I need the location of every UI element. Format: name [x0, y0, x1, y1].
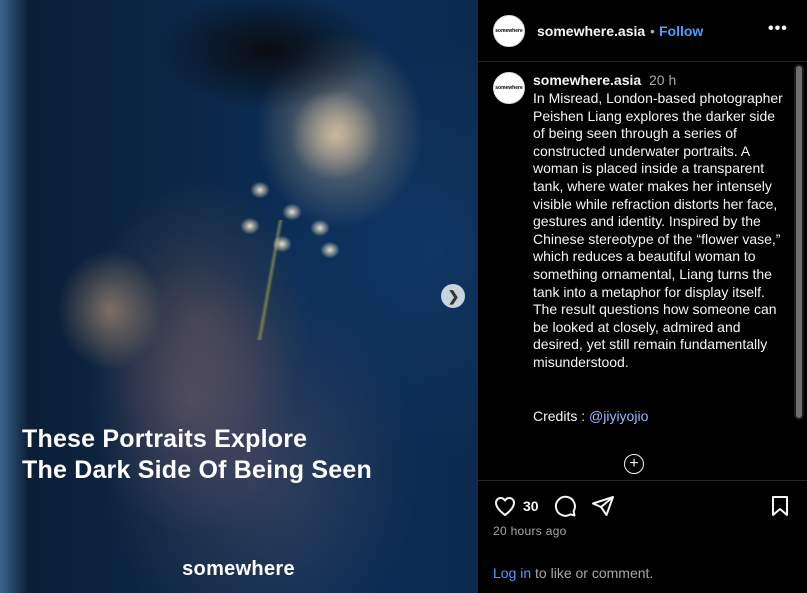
- caption-scrollbar[interactable]: [794, 64, 804, 420]
- caption-credits: Credits : @jiyiyojio: [533, 408, 648, 424]
- post-header: somewhere somewhere.asia • Follow •••: [478, 0, 807, 62]
- post-time-ago[interactable]: 20 hours ago: [493, 524, 567, 538]
- login-link[interactable]: Log in: [493, 565, 531, 581]
- header-username[interactable]: somewhere.asia: [537, 23, 645, 39]
- scrollbar-thumb[interactable]: [796, 66, 802, 418]
- comment-icon[interactable]: [553, 494, 577, 518]
- login-prompt: Log in to like or comment.: [493, 565, 653, 581]
- load-more-comments-button[interactable]: +: [624, 454, 644, 474]
- image-flowers: [230, 170, 360, 310]
- post-actions: 30 20 hours ago Log in to like or commen…: [478, 480, 807, 593]
- image-arm: [40, 230, 190, 390]
- credits-label: Credits :: [533, 408, 590, 424]
- login-prompt-text: to like or comment.: [531, 565, 654, 581]
- share-icon[interactable]: [591, 494, 615, 518]
- headline-line-2: The Dark Side Of Being Seen: [22, 456, 372, 484]
- credits-handle-link[interactable]: @jiyiyojio: [589, 408, 648, 424]
- caption-timestamp[interactable]: 20 h: [649, 72, 676, 88]
- post-image[interactable]: These Portraits Explore The Dark Side Of…: [0, 0, 477, 593]
- post-viewer: These Portraits Explore The Dark Side Of…: [0, 0, 807, 593]
- caption-username[interactable]: somewhere.asia: [533, 72, 641, 88]
- image-light-edge: [0, 0, 28, 593]
- header-separator: •: [650, 23, 655, 39]
- like-count[interactable]: 30: [523, 498, 539, 514]
- image-brand-mark: somewhere: [182, 558, 295, 580]
- bookmark-icon[interactable]: [768, 494, 792, 518]
- chevron-right-icon: ❯: [447, 288, 460, 304]
- headline-line-1: These Portraits Explore: [22, 425, 308, 453]
- more-options-icon[interactable]: •••: [768, 20, 788, 38]
- post-sidebar: somewhere somewhere.asia • Follow ••• so…: [477, 0, 807, 593]
- caption-text: In Misread, London-based photographer Pe…: [533, 90, 783, 370]
- post-caption: somewhere somewhere.asia 20 h In Misread…: [478, 62, 807, 480]
- avatar[interactable]: somewhere: [493, 15, 525, 47]
- next-image-button[interactable]: ❯: [441, 284, 465, 308]
- plus-circle-icon: +: [629, 455, 639, 472]
- caption-avatar[interactable]: somewhere: [493, 72, 525, 104]
- follow-button[interactable]: Follow: [659, 23, 703, 39]
- image-headline: These Portraits Explore The Dark Side Of…: [22, 424, 372, 486]
- heart-icon[interactable]: [493, 494, 517, 518]
